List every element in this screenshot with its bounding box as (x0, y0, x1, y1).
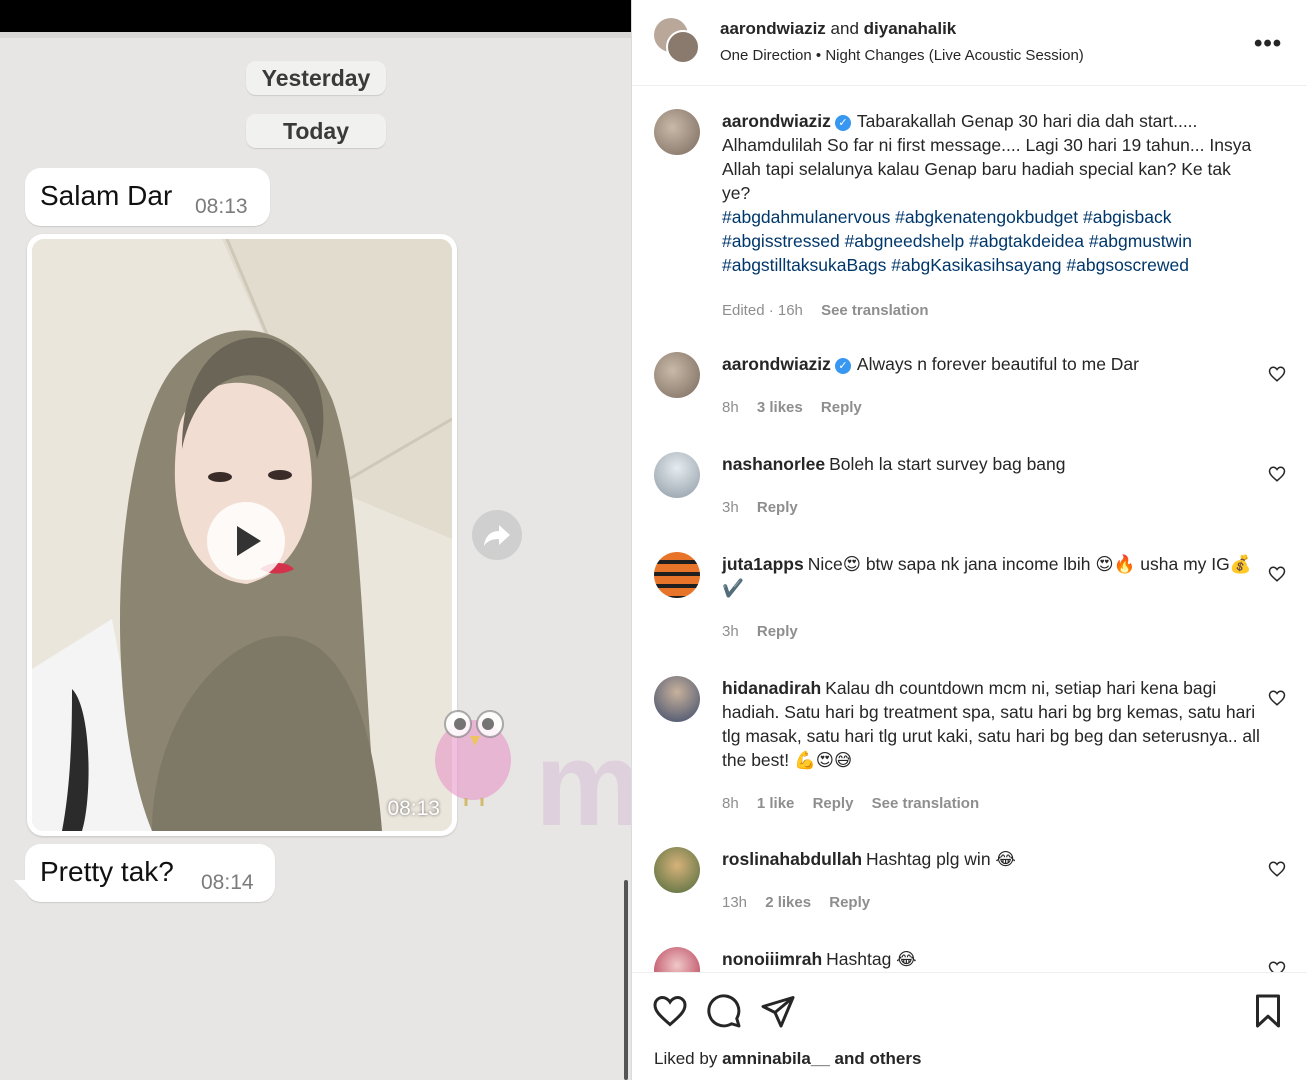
post-authors: aarondwiaziz and diyanahalik (720, 19, 956, 39)
scrollbar[interactable] (624, 880, 628, 1080)
caption-body: aarondwiaziz ✓ Tabarakallah Genap 30 hari … (722, 109, 1262, 277)
comment-username[interactable]: roslinahabdullah (722, 849, 862, 869)
comments-list: aarondwiaziz ✓ Tabarakallah Genap 30 hari … (632, 87, 1307, 972)
caption-meta: Edited · 16h See translation (722, 302, 943, 319)
artist-name: One Direction (720, 47, 812, 64)
avatar[interactable] (654, 552, 700, 598)
message-time: 08:13 (195, 195, 248, 218)
comment-text: Boleh la start survey bag bang (829, 454, 1066, 474)
author-username[interactable]: aarondwiaziz (720, 19, 826, 38)
comment-bubble-icon[interactable] (706, 993, 742, 1029)
comment-username[interactable]: hidanadirah (722, 678, 821, 698)
author-username[interactable]: diyanahalik (864, 19, 957, 38)
share-paper-plane-icon[interactable] (760, 993, 796, 1029)
caption-hashtags[interactable]: #abgdahmulanervous #abgkenatengokbudget … (722, 205, 1262, 277)
chat-header-edge (0, 32, 631, 38)
avatar[interactable] (654, 352, 700, 398)
bookmark-icon[interactable] (1250, 993, 1286, 1029)
comment-text: Hashtag plg win 😂 (866, 849, 1016, 869)
and-others-link[interactable]: and others (835, 1049, 922, 1068)
like-heart-icon[interactable] (1268, 960, 1286, 972)
edited-time: Edited · 16h (722, 302, 803, 319)
avatar[interactable] (654, 947, 700, 972)
post-actions: Liked by amninabila__ and others (632, 972, 1307, 1080)
comment-username[interactable]: nashanorlee (722, 454, 825, 474)
comment-body: roslinahabdullah Hashtag plg win 😂 (722, 847, 1262, 871)
comment-time: 3h (722, 623, 739, 640)
post-header: aarondwiaziz and diyanahalik One Directi… (632, 0, 1307, 86)
reply-button[interactable]: Reply (821, 399, 862, 416)
watermark-text: murai (535, 717, 631, 851)
like-heart-icon[interactable] (1268, 565, 1286, 583)
comment-username[interactable]: aarondwiaziz (722, 111, 831, 131)
instagram-post-panel: aarondwiaziz and diyanahalik One Directi… (631, 0, 1307, 1080)
message-tail (14, 880, 28, 894)
comment-username[interactable]: juta1apps (722, 554, 804, 574)
reply-button[interactable]: Reply (813, 795, 854, 812)
video-thumbnail: 08:13 (32, 239, 452, 831)
date-divider-yesterday: Yesterday (246, 61, 386, 95)
comment-body: nashanorlee Boleh la start survey bag ban… (722, 452, 1262, 476)
comment-body: aarondwiaziz ✓ Always n forever beautiful … (722, 352, 1262, 376)
chat-screenshot: Yesterday Today Salam Dar 08:13 08:13 Pr… (0, 0, 631, 1080)
avatar[interactable] (666, 30, 700, 64)
share-arrow-icon (484, 525, 510, 546)
comment-time: 8h (722, 399, 739, 416)
message-bubble: Salam Dar 08:13 (25, 168, 270, 226)
message-time: 08:14 (201, 871, 254, 894)
message-bubble: Pretty tak? 08:14 (25, 844, 275, 902)
comment-likes[interactable]: 2 likes (765, 894, 811, 911)
comment-username[interactable]: aarondwiaziz (722, 354, 831, 374)
separator: • (815, 47, 822, 64)
avatar[interactable] (654, 452, 700, 498)
more-options-icon[interactable]: ••• (1254, 30, 1282, 58)
comment-time: 3h (722, 499, 739, 516)
audio-track[interactable]: One Direction • Night Changes (Live Acou… (720, 47, 1084, 64)
play-button[interactable] (207, 502, 285, 580)
reply-button[interactable]: Reply (757, 499, 798, 516)
comment-meta: 3h Reply (722, 499, 812, 516)
comment-time: 8h (722, 795, 739, 812)
owl-watermark-logo (435, 710, 511, 806)
date-divider-today: Today (246, 114, 386, 148)
comment-likes[interactable]: 1 like (757, 795, 795, 812)
comment-body: juta1apps Nice😍 btw sapa nk jana income l… (722, 552, 1262, 600)
liked-by-label: Liked by (654, 1049, 718, 1068)
comment-meta: 3h Reply (722, 623, 812, 640)
like-heart-icon[interactable] (1268, 465, 1286, 483)
avatar[interactable] (654, 109, 700, 155)
reply-button[interactable]: Reply (829, 894, 870, 911)
song-title: Night Changes (Live Acoustic Session) (825, 47, 1084, 64)
comment-time: 13h (722, 894, 748, 911)
like-heart-icon[interactable] (1268, 689, 1286, 707)
comment-text: Always n forever beautiful to me Dar (856, 354, 1139, 374)
see-translation-link[interactable]: See translation (872, 795, 980, 812)
message-text: Pretty tak? (40, 856, 174, 887)
comment-likes[interactable]: 3 likes (757, 399, 803, 416)
avatar[interactable] (654, 847, 700, 893)
verified-badge-icon: ✓ (834, 115, 851, 131)
comment-meta: 8h 3 likes Reply (722, 399, 876, 416)
and-text: and (830, 19, 859, 38)
comment-text: Hashtag 😂 (826, 949, 917, 969)
like-heart-icon[interactable] (652, 993, 688, 1029)
liked-by: Liked by amninabila__ and others (654, 1049, 921, 1069)
like-heart-icon[interactable] (1268, 860, 1286, 878)
comment-username[interactable]: nonoiiimrah (722, 949, 822, 969)
comment-body: hidanadirah Kalau dh countdown mcm ni, se… (722, 676, 1262, 772)
verified-badge-icon: ✓ (834, 358, 851, 374)
play-icon (237, 526, 261, 556)
video-message[interactable]: 08:13 (27, 234, 457, 836)
avatar[interactable] (654, 676, 700, 722)
message-text: Salam Dar (40, 180, 173, 211)
see-translation-link[interactable]: See translation (821, 302, 929, 319)
comment-meta: 8h 1 like Reply See translation (722, 795, 993, 812)
reply-button[interactable]: Reply (757, 623, 798, 640)
liker-username[interactable]: amninabila__ (722, 1049, 830, 1068)
comment-meta: 13h 2 likes Reply (722, 894, 884, 911)
comment-body: nonoiiimrah Hashtag 😂 (722, 947, 1262, 971)
chat-top-bar (0, 0, 631, 32)
like-heart-icon[interactable] (1268, 365, 1286, 383)
forward-button[interactable] (472, 510, 522, 560)
